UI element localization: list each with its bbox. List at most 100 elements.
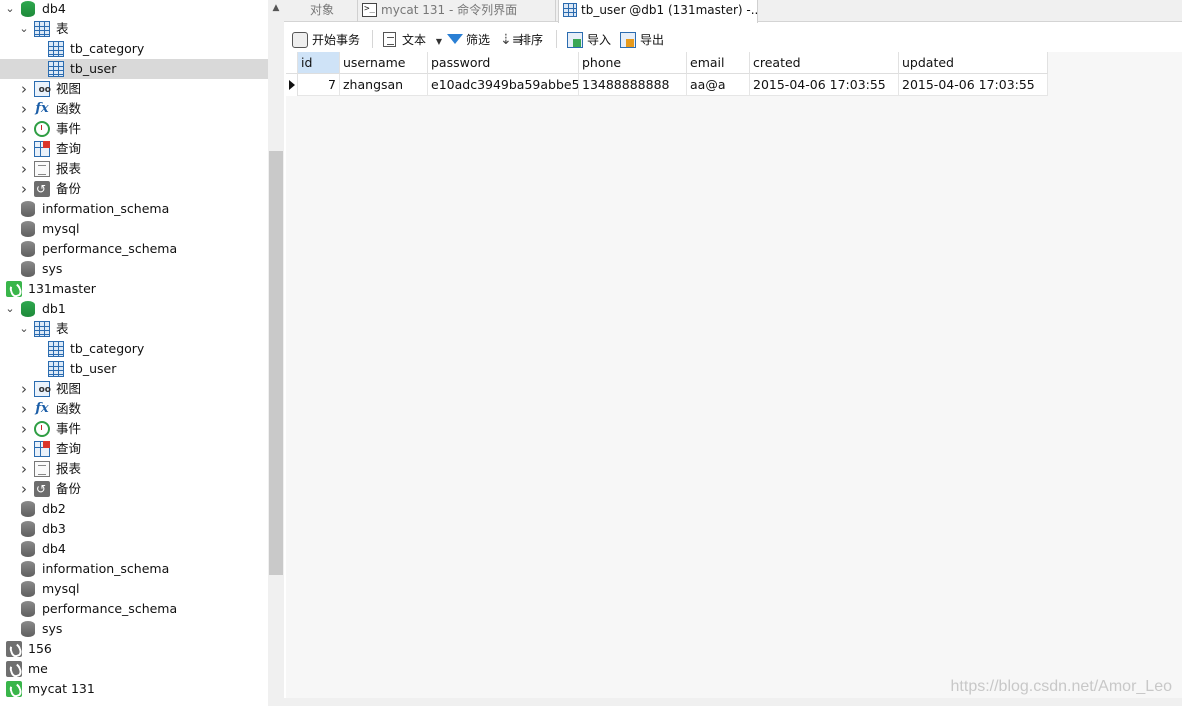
tree-item[interactable]: ⌄ db4 — [0, 0, 268, 19]
view-icon — [34, 380, 51, 400]
tree-item[interactable]: db3 — [0, 519, 268, 539]
tree-item-label: mysql — [42, 221, 80, 236]
table-cell-password[interactable]: e10adc3949ba59abbe56e — [428, 74, 579, 96]
database-gray-icon — [21, 561, 35, 577]
tree-item[interactable]: › 备份 — [0, 479, 268, 499]
tree-item[interactable]: tb_category — [0, 339, 268, 359]
tree-item[interactable]: db2 — [0, 499, 268, 519]
tree-item[interactable]: mycat 131 — [0, 679, 268, 699]
tree-item[interactable]: › 视图 — [0, 79, 268, 100]
tree-item-label: 表 — [56, 321, 69, 336]
column-header-phone[interactable]: phone — [579, 52, 687, 74]
connection-green-icon — [6, 281, 22, 297]
chevron-right-icon[interactable]: › — [18, 79, 30, 99]
chevron-right-icon[interactable]: › — [18, 99, 30, 119]
tree-item[interactable]: › 事件 — [0, 119, 268, 139]
tree-item[interactable]: ⌄ 表 — [0, 19, 268, 39]
text-view-button[interactable]: 文本 ▼ — [383, 30, 442, 50]
tree-item[interactable]: ⌄ db1 — [0, 299, 268, 319]
tree-item[interactable]: sys — [0, 259, 268, 279]
tree-item[interactable]: › fx 函数 — [0, 399, 268, 419]
view-icon — [34, 80, 51, 100]
dropdown-arrow-icon[interactable]: ▼ — [436, 37, 442, 46]
tree-item-label: information_schema — [42, 201, 170, 216]
export-button[interactable]: 导出 — [620, 30, 664, 50]
status-bar — [284, 698, 1182, 706]
chevron-down-icon[interactable]: ⌄ — [4, 299, 16, 319]
table-cell-phone[interactable]: 13488888888 — [579, 74, 687, 96]
column-header-id[interactable]: id — [298, 52, 340, 74]
chevron-right-icon[interactable]: › — [18, 479, 30, 499]
tab-objects[interactable]: 对象 — [286, 0, 358, 22]
chevron-right-icon[interactable]: › — [18, 379, 30, 399]
tree-item[interactable]: 131master — [0, 279, 268, 299]
tree-item[interactable]: tb_category — [0, 39, 268, 59]
grid-background[interactable] — [286, 52, 1182, 698]
chevron-right-icon[interactable]: › — [18, 139, 30, 159]
query-icon — [34, 441, 50, 457]
column-header-created[interactable]: created — [750, 52, 899, 74]
tree-item[interactable]: me — [0, 659, 268, 679]
tab-console[interactable]: >_ mycat 131 - 命令列界面 — [358, 0, 556, 22]
tree-item[interactable]: › 报表 — [0, 459, 268, 479]
table-cell-created[interactable]: 2015-04-06 17:03:55 — [750, 74, 899, 96]
tree-item[interactable]: mysql — [0, 579, 268, 599]
tree-item[interactable]: information_schema — [0, 559, 268, 579]
tree-item[interactable]: › 查询 — [0, 439, 268, 459]
scroll-up-arrow-icon[interactable]: ▲ — [268, 0, 284, 16]
tab-bar: 对象 >_ mycat 131 - 命令列界面 tb_user @db1 (13… — [284, 0, 1182, 23]
tree-item[interactable]: sys — [0, 619, 268, 639]
chevron-right-icon[interactable]: › — [18, 179, 30, 199]
table-cell-email[interactable]: aa@a — [687, 74, 750, 96]
tree-item[interactable]: 156 — [0, 639, 268, 659]
tree-item-label: 表 — [56, 21, 69, 36]
tree-item[interactable]: tb_user — [0, 59, 268, 79]
tree-item[interactable]: › 备份 — [0, 179, 268, 199]
tree-item[interactable]: › 事件 — [0, 419, 268, 439]
tree-item[interactable]: information_schema — [0, 199, 268, 219]
tree-item[interactable]: › 视图 — [0, 379, 268, 400]
column-header-email[interactable]: email — [687, 52, 750, 74]
scrollbar-thumb[interactable] — [269, 151, 283, 575]
tree-item-label: 事件 — [56, 121, 82, 136]
chevron-right-icon[interactable]: › — [18, 459, 30, 479]
tree-item[interactable]: performance_schema — [0, 239, 268, 259]
table-folder-icon — [34, 321, 50, 337]
tree-item[interactable]: › 查询 — [0, 139, 268, 159]
tree-item[interactable]: ⌄ 表 — [0, 319, 268, 339]
begin-transaction-button[interactable]: 开始事务 — [292, 30, 360, 50]
chevron-down-icon[interactable]: ⌄ — [4, 0, 16, 19]
tab-console-label: mycat 131 - 命令列界面 — [381, 3, 518, 17]
table-cell-username[interactable]: zhangsan — [340, 74, 428, 96]
tree-item[interactable]: db4 — [0, 539, 268, 559]
chevron-right-icon[interactable]: › — [18, 119, 30, 139]
table-cell-updated[interactable]: 2015-04-06 17:03:55 — [899, 74, 1048, 96]
database-gray-icon — [21, 261, 35, 277]
column-header-password[interactable]: password — [428, 52, 579, 74]
tree-item[interactable]: › fx 函数 — [0, 99, 268, 119]
tree-item[interactable]: › 报表 — [0, 159, 268, 179]
chevron-right-icon[interactable]: › — [18, 439, 30, 459]
table-cell-id[interactable]: 7 — [298, 74, 340, 96]
filter-button[interactable]: 筛选 — [447, 30, 490, 50]
database-gray-icon — [21, 501, 35, 517]
chevron-right-icon[interactable]: › — [18, 419, 30, 439]
tab-table-tb-user[interactable]: tb_user @db1 (131master) -... — [558, 0, 758, 23]
database-gray-icon — [21, 581, 35, 597]
tree-item[interactable]: performance_schema — [0, 599, 268, 619]
tree-item[interactable]: tb_user — [0, 359, 268, 379]
chevron-right-icon[interactable]: › — [18, 399, 30, 419]
sort-button[interactable]: ⇣≡ 排序 — [500, 30, 543, 50]
column-header-username[interactable]: username — [340, 52, 428, 74]
database-green-icon — [21, 1, 35, 17]
current-row-indicator-icon[interactable] — [286, 74, 298, 96]
column-header-updated[interactable]: updated — [899, 52, 1048, 74]
tree-item[interactable]: mysql — [0, 219, 268, 239]
tree-scrollbar[interactable]: ▲ — [268, 0, 284, 706]
database-gray-icon — [21, 601, 35, 617]
chevron-down-icon[interactable]: ⌄ — [18, 19, 30, 39]
import-button[interactable]: 导入 — [567, 30, 611, 50]
chevron-down-icon[interactable]: ⌄ — [18, 319, 30, 339]
grid-corner — [286, 52, 298, 74]
chevron-right-icon[interactable]: › — [18, 159, 30, 179]
